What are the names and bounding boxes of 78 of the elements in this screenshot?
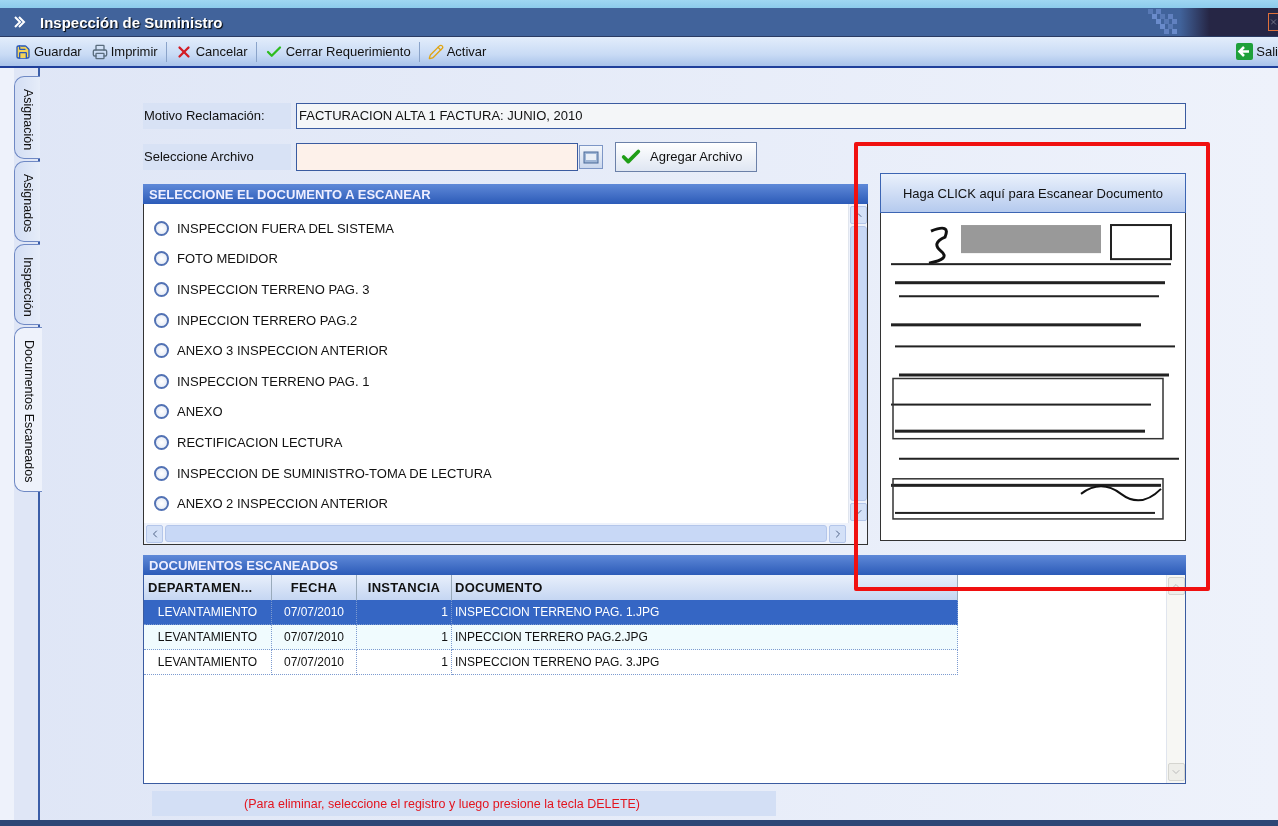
printer-icon [91,43,108,60]
radio-option[interactable]: INSPECCION TERRENO PAG. 1 [154,365,848,397]
radio-button[interactable] [154,343,169,359]
radio-button[interactable] [154,434,169,450]
exit-button[interactable]: Sali [1231,39,1278,64]
column-header[interactable]: INSTANCIA [357,575,452,600]
field-label: Motivo Reclamación: [143,102,291,129]
option-label: INSPECCION FUERA DEL SISTEMA [177,220,394,236]
option-label: ANEXO 3 INSPECCION ANTERIOR [177,343,388,359]
pencil-icon [427,43,444,60]
radio-option[interactable]: INSPECCION DE SUMINISTRO-TOMA DE LECTURA [154,457,848,489]
radio-option[interactable]: INSPECCION FUERA DEL SISTEMA [154,213,848,244]
radio-option[interactable]: ANEXO 3 INSPECCION ANTERIOR [154,335,848,366]
toolbar-button[interactable]: Activar [422,39,492,64]
radio-button[interactable] [154,282,169,297]
table-cell: LEVANTAMIENTO [144,600,272,625]
close-button[interactable] [1268,13,1278,31]
hint-text: (Para eliminar, seleccione el registro y luego presione la tecla DELETE) [152,791,776,816]
field-label: Seleccione Archivo [143,143,291,170]
toolbar-button[interactable]: Imprimir [86,39,163,64]
table-cell: LEVANTAMIENTO [144,650,272,675]
chevron-icon [14,16,26,28]
pattern-decoration [1148,9,1180,35]
side-tab[interactable]: Asignados [14,161,40,242]
option-label: INSPECCION TERRENO PAG. 3 [177,282,370,297]
radio-button[interactable] [154,465,169,481]
radio-button[interactable] [154,251,169,267]
option-label: INPECCION TERRERO PAG.2 [177,312,358,328]
side-tab[interactable]: Inspección [14,243,40,326]
radio-button[interactable] [154,312,169,328]
close-icon [1269,16,1278,28]
table-cell: 07/07/2010 [272,600,357,625]
radio-option[interactable]: FOTO MEDIDOR [154,243,848,275]
file-field[interactable] [296,142,578,171]
table-cell: 07/07/2010 [272,650,357,675]
folder-icon [583,149,599,164]
radio-button[interactable] [154,373,169,389]
radio-button[interactable] [154,220,169,236]
toolbar-button[interactable]: Guardar [10,39,87,64]
option-label: INSPECCION TERRENO PAG. 1 [177,373,370,389]
save-icon [15,43,31,60]
scan-button[interactable]: Haga CLICK aquí para Escanear Documento [880,173,1186,213]
column-header[interactable]: DEPARTAMEN... [144,575,272,600]
add-file-button[interactable]: Agregar Archivo [615,141,757,172]
panel-title: SELECCIONE EL DOCUMENTO A ESCANEAR [143,184,868,204]
option-label: FOTO MEDIDOR [177,251,278,267]
table-cell: 1 [357,650,452,675]
table-cell: 07/07/2010 [272,625,357,650]
table-cell: INSPECCION TERRENO PAG. 1.JPG [452,600,958,625]
option-label: RECTIFICACION LECTURA [177,434,343,450]
radio-option[interactable]: ANEXO [154,396,848,428]
option-label: ANEXO 2 INSPECCION ANTERIOR [177,496,388,512]
option-label: ANEXO [177,404,223,420]
table-cell: INSPECCION TERRENO PAG. 3.JPG [452,650,958,675]
side-tab[interactable]: Asignación [14,76,40,160]
side-tab[interactable]: Documentos Escaneados [14,327,42,492]
horizontal-scrollbar[interactable] [144,523,867,544]
toolbar-button[interactable]: Cancelar [169,39,253,64]
table-cell: LEVANTAMIENTO [144,625,272,650]
panel-title: DOCUMENTOS ESCANEADOS [143,555,1186,575]
input-field[interactable]: FACTURACION ALTA 1 FACTURA: JUNIO, 2010 [296,102,1186,129]
table-cell: 1 [357,600,452,625]
window-title: Inspección de Suministro [40,13,223,31]
column-header[interactable]: DOCUMENTO [452,575,958,600]
column-header[interactable]: FECHA [272,575,357,600]
vertical-scrollbar[interactable] [1166,575,1185,783]
radio-option[interactable]: ANEXO 2 INSPECCION ANTERIOR [154,488,848,519]
radio-option[interactable]: INSPECCION TERRENO PAG. 3 [154,274,848,305]
table-cell: 1 [357,625,452,650]
back-arrow-icon [1236,43,1254,60]
toolbar-button[interactable]: Cerrar Requerimiento [259,39,416,64]
browse-button[interactable] [579,144,603,169]
option-label: INSPECCION DE SUMINISTRO-TOMA DE LECTURA [177,465,492,481]
radio-button[interactable] [154,496,169,512]
table-cell: INPECCION TERRERO PAG.2.JPG [452,625,958,650]
radio-button[interactable] [154,404,169,420]
radio-option[interactable]: RECTIFICACION LECTURA [154,427,848,458]
radio-option[interactable]: INPECCION TERRERO PAG.2 [154,304,848,336]
